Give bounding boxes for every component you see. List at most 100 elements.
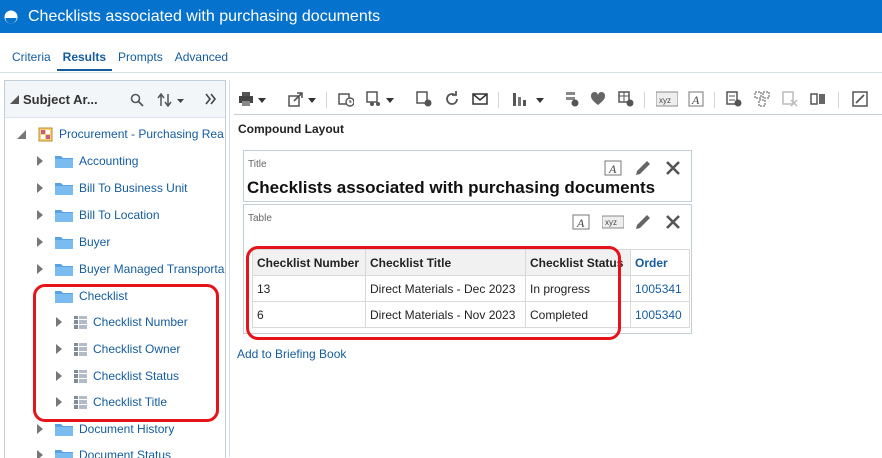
add-view-icon[interactable] bbox=[416, 91, 432, 107]
export-icon[interactable] bbox=[288, 91, 304, 107]
tree-folder-bill-to-location[interactable]: Bill To Location bbox=[37, 205, 160, 225]
edit-view-icon[interactable] bbox=[634, 213, 652, 231]
expand-icon[interactable] bbox=[37, 424, 43, 434]
tree-folder-accounting[interactable]: Accounting bbox=[37, 151, 138, 171]
collapse-tree-icon[interactable] bbox=[17, 130, 26, 139]
refresh-icon[interactable] bbox=[444, 91, 460, 107]
tree-column-checklist-status[interactable]: Checklist Status bbox=[56, 366, 179, 386]
results-toolbar: xyz A bbox=[234, 84, 882, 115]
tree-column-checklist-number[interactable]: Checklist Number bbox=[56, 312, 188, 332]
results-table: Checklist Number Checklist Title Checkli… bbox=[252, 249, 690, 328]
close-icon[interactable] bbox=[664, 159, 682, 177]
tabs-divider bbox=[0, 72, 882, 73]
print-icon[interactable] bbox=[238, 91, 254, 107]
column-icon bbox=[74, 370, 87, 383]
close-icon[interactable] bbox=[664, 213, 682, 231]
column-props-icon[interactable] bbox=[754, 91, 770, 107]
tree-column-label: Checklist Number bbox=[93, 315, 188, 329]
folder-icon bbox=[55, 182, 73, 195]
toolbar-separator bbox=[644, 92, 645, 108]
print-dropdown-icon[interactable] bbox=[258, 98, 266, 103]
tree-folder-label: Buyer Managed Transporta bbox=[79, 262, 224, 276]
pivot-icon[interactable] bbox=[810, 91, 826, 107]
app-logo-icon bbox=[4, 10, 18, 24]
collapse-pane-icon[interactable] bbox=[10, 95, 19, 104]
tree-folder-document-history[interactable]: Document History bbox=[37, 419, 174, 439]
column-header[interactable]: Order bbox=[631, 250, 690, 276]
table-row: 6 Direct Materials - Nov 2023 Completed … bbox=[253, 302, 690, 328]
chart-icon[interactable] bbox=[512, 91, 528, 107]
schedule-icon[interactable] bbox=[338, 91, 354, 107]
view-caption: Title bbox=[248, 159, 267, 170]
tree-column-label: Checklist Owner bbox=[93, 342, 180, 356]
tree-column-checklist-owner[interactable]: Checklist Owner bbox=[56, 339, 180, 359]
tree-folder-buyer-managed-transportation[interactable]: Buyer Managed Transporta bbox=[37, 259, 224, 279]
filter-dropdown-icon[interactable] bbox=[386, 98, 394, 103]
table-cell: Direct Materials - Nov 2023 bbox=[366, 302, 526, 328]
column-header[interactable]: Checklist Number bbox=[253, 250, 366, 276]
tree-column-checklist-title[interactable]: Checklist Title bbox=[56, 392, 167, 412]
edit-criteria-icon[interactable] bbox=[852, 91, 868, 107]
expand-icon[interactable] bbox=[56, 344, 62, 354]
xyz-icon[interactable]: xyz bbox=[602, 213, 624, 231]
expand-icon[interactable] bbox=[56, 397, 62, 407]
folder-icon bbox=[55, 423, 73, 436]
svg-text:A: A bbox=[691, 93, 700, 107]
text-icon[interactable]: A bbox=[688, 91, 704, 107]
xyz-icon[interactable]: xyz bbox=[656, 91, 678, 107]
tree-folder-checklist[interactable]: Checklist bbox=[37, 286, 128, 306]
favorites-icon[interactable] bbox=[590, 91, 606, 107]
tab-advanced[interactable]: Advanced bbox=[169, 45, 234, 71]
editor-tabs: Criteria Results Prompts Advanced bbox=[0, 45, 234, 71]
tree-folder-label: Accounting bbox=[79, 154, 138, 168]
svg-text:xyz: xyz bbox=[605, 218, 617, 227]
export-dropdown-icon[interactable] bbox=[308, 98, 316, 103]
column-header[interactable]: Checklist Title bbox=[366, 250, 526, 276]
page-title: Checklists associated with purchasing do… bbox=[28, 8, 380, 26]
toolbar-separator bbox=[326, 92, 327, 108]
expand-icon[interactable] bbox=[37, 183, 43, 193]
subject-areas-pane: Subject Ar... Procurement - Purchasing R… bbox=[4, 80, 226, 458]
tab-prompts[interactable]: Prompts bbox=[112, 45, 169, 71]
folder-icon bbox=[55, 155, 73, 168]
add-to-briefing-book-link[interactable]: Add to Briefing Book bbox=[237, 347, 346, 361]
expand-icon[interactable] bbox=[56, 317, 62, 327]
expand-icon[interactable] bbox=[37, 156, 43, 166]
chart-dropdown-icon[interactable] bbox=[536, 98, 544, 103]
section-icon[interactable] bbox=[726, 91, 742, 107]
order-link[interactable]: 1005340 bbox=[631, 302, 690, 328]
pane-splitter[interactable] bbox=[229, 80, 230, 457]
format-text-icon[interactable]: A bbox=[572, 213, 590, 231]
expand-icon[interactable] bbox=[37, 264, 43, 274]
expand-icon[interactable] bbox=[56, 371, 62, 381]
column-icon bbox=[74, 343, 87, 356]
expand-icon[interactable] bbox=[37, 210, 43, 220]
edit-view-icon[interactable] bbox=[634, 159, 652, 177]
table-header-row: Checklist Number Checklist Title Checkli… bbox=[253, 250, 690, 276]
title-bar: Checklists associated with purchasing do… bbox=[0, 0, 882, 33]
format-text-icon[interactable]: A bbox=[604, 159, 622, 177]
title-view: Title A Checklists associated with purch… bbox=[243, 150, 692, 202]
expand-icon[interactable] bbox=[37, 237, 43, 247]
tree-root-procurement[interactable]: Procurement - Purchasing Rea bbox=[17, 124, 224, 144]
filter-view-icon[interactable] bbox=[366, 91, 382, 107]
folder-open-icon bbox=[55, 290, 73, 303]
sort-icon[interactable] bbox=[157, 93, 187, 107]
subject-areas-title: Subject Ar... bbox=[23, 92, 98, 107]
column-header[interactable]: Checklist Status bbox=[526, 250, 631, 276]
tab-criteria[interactable]: Criteria bbox=[0, 45, 57, 71]
expand-pane-icon[interactable] bbox=[205, 93, 217, 105]
email-icon[interactable] bbox=[472, 91, 488, 107]
tree-folder-label: Buyer bbox=[79, 235, 110, 249]
tab-results[interactable]: Results bbox=[57, 45, 112, 71]
tree-folder-document-status[interactable]: Document Status bbox=[37, 445, 171, 458]
search-icon[interactable] bbox=[130, 93, 144, 107]
new-view-icon[interactable] bbox=[564, 91, 580, 107]
tree-folder-buyer[interactable]: Buyer bbox=[37, 232, 110, 252]
tree-folder-bill-to-business-unit[interactable]: Bill To Business Unit bbox=[37, 178, 188, 198]
table-cell: 6 bbox=[253, 302, 366, 328]
subject-area-icon bbox=[38, 127, 53, 142]
folder-icon bbox=[55, 263, 73, 276]
order-link[interactable]: 1005341 bbox=[631, 276, 690, 302]
table-view-icon[interactable] bbox=[618, 91, 634, 107]
